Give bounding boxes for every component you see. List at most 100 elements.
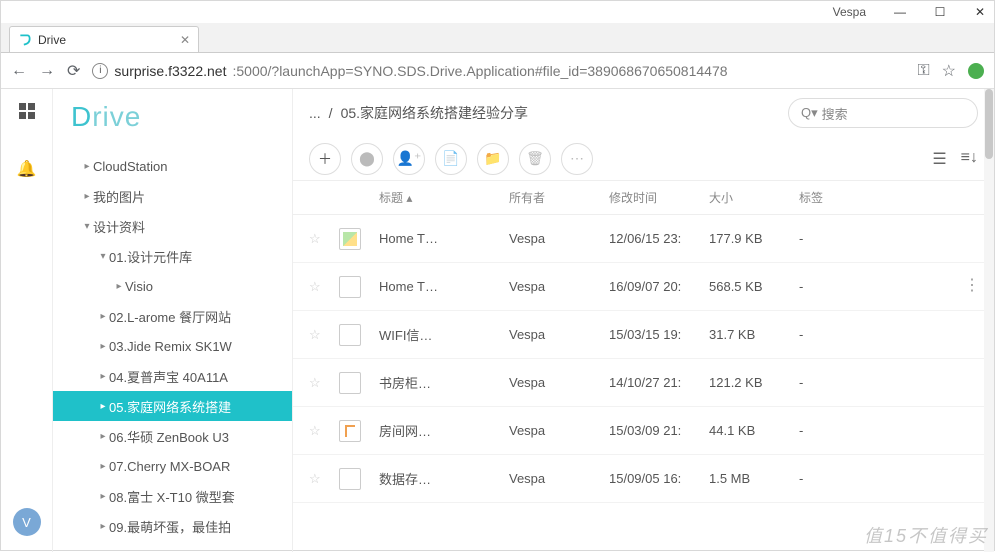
- apps-grid-icon[interactable]: [19, 103, 35, 119]
- share-button[interactable]: 👤⁺: [393, 143, 425, 175]
- tree-item[interactable]: ▸05.家庭网络系统搭建: [53, 391, 292, 421]
- tree-item[interactable]: ▾01.设计元件库: [53, 241, 292, 271]
- tree-item[interactable]: ▸03.Jide Remix SK1W: [53, 331, 292, 361]
- tree-item[interactable]: ▸CloudStation: [53, 151, 292, 181]
- tree-item[interactable]: ▸我的图片: [53, 181, 292, 211]
- forward-button[interactable]: →: [39, 62, 55, 80]
- expand-icon[interactable]: ▸: [81, 191, 93, 202]
- sort-icon[interactable]: ≡↓: [961, 149, 978, 169]
- left-rail: 🔔 V: [1, 89, 53, 552]
- close-window-button[interactable]: ✕: [974, 5, 986, 19]
- col-time[interactable]: 修改时间: [609, 189, 709, 206]
- file-row[interactable]: ☆Home T…Vespa12/06/15 23:177.9 KB-: [293, 215, 994, 263]
- folder-tree-sidebar: Drive ▸CloudStation▸我的图片▾设计资料▾01.设计元件库▸V…: [53, 89, 293, 552]
- file-row[interactable]: ☆WIFI信…Vespa15/03/15 19:31.7 KB-: [293, 311, 994, 359]
- expand-icon[interactable]: ▸: [113, 281, 125, 292]
- list-view-icon[interactable]: ☰: [932, 149, 946, 169]
- browser-tabbar: Drive ✕: [1, 23, 994, 53]
- file-size: 568.5 KB: [709, 279, 799, 294]
- expand-icon[interactable]: ▸: [81, 161, 93, 172]
- star-toggle[interactable]: ☆: [309, 375, 339, 391]
- add-button[interactable]: ＋: [309, 143, 341, 175]
- file-title: 书房柜…: [379, 373, 509, 392]
- star-icon[interactable]: ☆: [942, 61, 956, 81]
- tree-item[interactable]: ▸02.L-arome 餐厅网站: [53, 301, 292, 331]
- tree-label: 04.夏普声宝 40A11A: [109, 367, 228, 386]
- expand-icon[interactable]: ▾: [97, 251, 109, 262]
- tree-item[interactable]: ▸Visio: [53, 271, 292, 301]
- expand-icon[interactable]: ▸: [97, 521, 109, 532]
- column-options-icon[interactable]: ⋮: [964, 275, 980, 295]
- file-row[interactable]: ☆Home T…Vespa16/09/07 20:568.5 KB-: [293, 263, 994, 311]
- reload-button[interactable]: ⟳: [67, 61, 80, 81]
- star-toggle[interactable]: ☆: [309, 279, 339, 295]
- col-owner[interactable]: 所有者: [509, 189, 609, 206]
- file-time: 15/03/09 21:: [609, 423, 709, 438]
- expand-icon[interactable]: ▸: [97, 311, 109, 322]
- tree-label: 01.设计元件库: [109, 247, 192, 266]
- minimize-button[interactable]: —: [894, 5, 906, 19]
- tree-item[interactable]: ▸06.华硕 ZenBook U3: [53, 421, 292, 451]
- tree-label: 02.L-arome 餐厅网站: [109, 307, 231, 326]
- file-size: 1.5 MB: [709, 471, 799, 486]
- expand-icon[interactable]: ▸: [97, 371, 109, 382]
- file-tag: -: [799, 327, 978, 342]
- file-time: 15/03/15 19:: [609, 327, 709, 342]
- copy-button[interactable]: 📄: [435, 143, 467, 175]
- star-toggle[interactable]: ☆: [309, 231, 339, 247]
- tree-label: Visio: [125, 279, 153, 294]
- extension-icon[interactable]: [968, 63, 984, 79]
- more-button[interactable]: ⋯: [561, 143, 593, 175]
- breadcrumb[interactable]: ... / 05.家庭网络系统搭建经验分享: [309, 103, 528, 123]
- expand-icon[interactable]: ▸: [97, 341, 109, 352]
- expand-icon[interactable]: ▸: [97, 491, 109, 502]
- expand-icon[interactable]: ▸: [97, 461, 109, 472]
- tree-item[interactable]: ▸08.富士 X-T10 微型套: [53, 481, 292, 511]
- tree-item[interactable]: ▸04.夏普声宝 40A11A: [53, 361, 292, 391]
- file-title: Home T…: [379, 279, 509, 294]
- search-placeholder: 搜索: [822, 104, 848, 123]
- tree-item[interactable]: ▾设计资料: [53, 211, 292, 241]
- tab-title: Drive: [38, 33, 66, 47]
- tree-item[interactable]: ▸07.Cherry MX-BOAR: [53, 451, 292, 481]
- file-type-icon: [339, 276, 361, 298]
- close-tab-icon[interactable]: ✕: [180, 33, 190, 47]
- file-tag: -: [799, 471, 978, 486]
- file-row[interactable]: ☆书房柜…Vespa14/10/27 21:121.2 KB-: [293, 359, 994, 407]
- back-button[interactable]: ←: [11, 62, 27, 80]
- tree-label: 08.富士 X-T10 微型套: [109, 487, 235, 506]
- scrollbar[interactable]: [984, 89, 994, 552]
- col-size[interactable]: 大小: [709, 189, 799, 206]
- delete-button[interactable]: 🗑: [519, 143, 551, 175]
- file-time: 12/06/15 23:: [609, 231, 709, 246]
- tree-label: 设计资料: [93, 217, 145, 236]
- col-tag[interactable]: 标签: [799, 189, 978, 206]
- tree-item[interactable]: ▸09.最萌坏蛋，最佳拍: [53, 511, 292, 541]
- file-tag: -: [799, 423, 978, 438]
- file-row[interactable]: ☆数据存…Vespa15/09/05 16:1.5 MB-: [293, 455, 994, 503]
- star-toggle[interactable]: ☆: [309, 327, 339, 343]
- url-box[interactable]: i surprise.f3322.net:5000/?launchApp=SYN…: [92, 63, 905, 79]
- expand-icon[interactable]: ▸: [97, 431, 109, 442]
- browser-tab[interactable]: Drive ✕: [9, 26, 199, 52]
- expand-icon[interactable]: ▸: [97, 401, 109, 412]
- move-button[interactable]: 📁: [477, 143, 509, 175]
- app-logo: Drive: [53, 89, 292, 151]
- star-toggle[interactable]: ☆: [309, 471, 339, 487]
- avatar[interactable]: V: [13, 508, 41, 536]
- search-input[interactable]: Q▾ 搜索: [788, 98, 978, 128]
- file-size: 44.1 KB: [709, 423, 799, 438]
- key-icon[interactable]: ⚿: [917, 62, 929, 80]
- expand-icon[interactable]: ▾: [81, 221, 93, 232]
- tag-button[interactable]: ⬤: [351, 143, 383, 175]
- star-toggle[interactable]: ☆: [309, 423, 339, 439]
- site-info-icon[interactable]: i: [92, 63, 108, 79]
- notifications-icon[interactable]: 🔔: [17, 159, 37, 179]
- file-row[interactable]: ☆房间网…Vespa15/03/09 21:44.1 KB-: [293, 407, 994, 455]
- maximize-button[interactable]: ☐: [934, 5, 946, 19]
- file-type-icon: [339, 420, 361, 442]
- tree-label: 06.华硕 ZenBook U3: [109, 427, 229, 446]
- col-title[interactable]: 标题 ▴: [379, 189, 509, 206]
- file-size: 31.7 KB: [709, 327, 799, 342]
- url-path: :5000/?launchApp=SYNO.SDS.Drive.Applicat…: [232, 63, 727, 79]
